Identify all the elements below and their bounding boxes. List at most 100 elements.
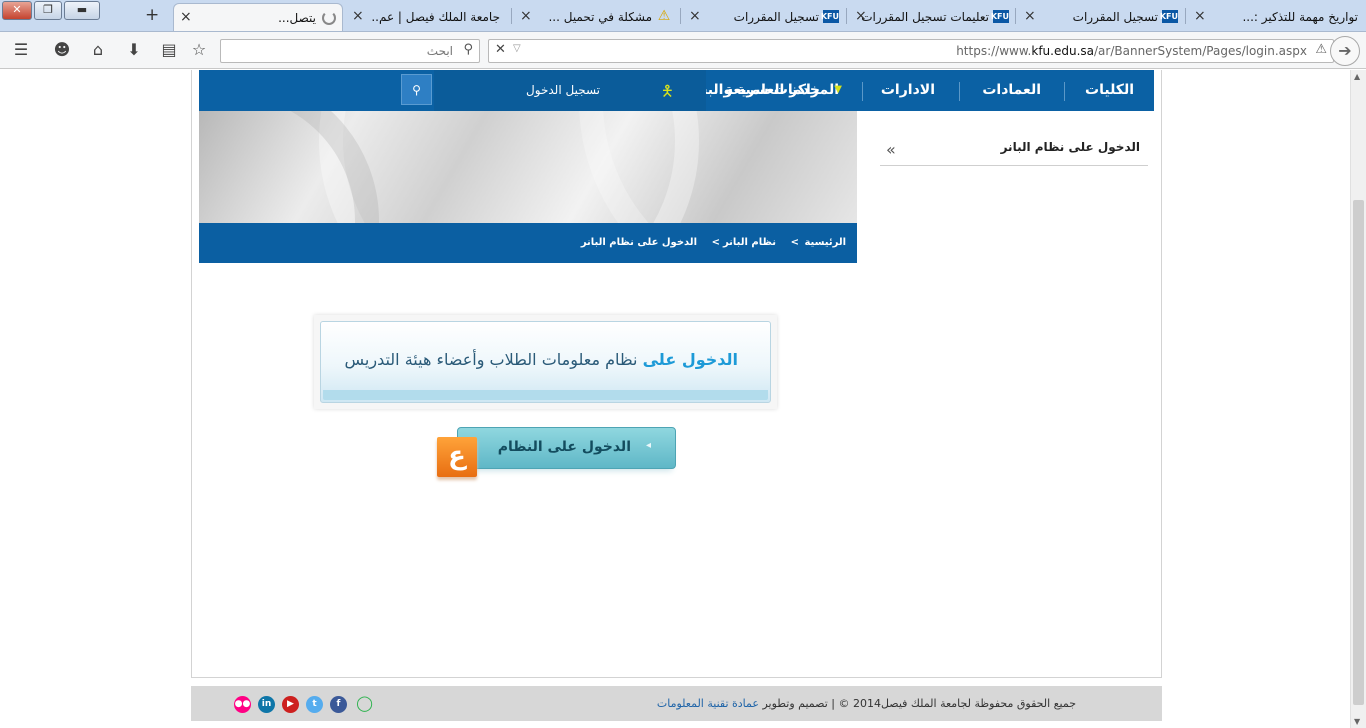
close-icon[interactable]: × [689, 8, 701, 24]
menu-icon[interactable]: ☰ [9, 39, 33, 61]
copyright-text: جميع الحقوق محفوظة لجامعة الملك فيصل2014… [656, 697, 1076, 710]
tab-separator [846, 8, 847, 24]
download-icon[interactable]: ⬇ [122, 39, 146, 61]
person-icon: 🯅 [660, 82, 674, 100]
window-minimize-button[interactable]: ▬ [64, 1, 100, 20]
window-controls: ✕ ❐ ▬ [0, 0, 120, 22]
tab-label: تسجيل المقررات [733, 10, 819, 24]
footer: جميع الحقوق محفوظة لجامعة الملك فيصل2014… [191, 686, 1162, 721]
dropdown-icon[interactable]: ▽ [513, 43, 521, 54]
bookmark-star-icon[interactable]: ☆ [187, 39, 211, 61]
tab-label: تسجيل المقررات [1072, 10, 1158, 24]
enter-system-label: الدخول على النظام [497, 439, 631, 455]
emoji-icon[interactable]: ☻ [50, 39, 74, 61]
side-panel-title[interactable]: الدخول على نظام البانر [1001, 140, 1140, 154]
banner-image [199, 111, 857, 223]
browser-tab[interactable]: جامعة الملك فيصل | عم... × [346, 3, 508, 31]
menu-colleges[interactable]: الكليات [1085, 82, 1134, 98]
site-search-button[interactable]: ⚲ [401, 74, 432, 105]
search-icon[interactable]: ⚲ [463, 42, 473, 57]
browser-tab[interactable]: تعليمات تسجيل المقررات KFU × [849, 3, 1015, 31]
menu-separator [1064, 82, 1065, 101]
new-tab-button[interactable]: + [145, 5, 159, 25]
tab-label: مشكلة في تحميل ... [548, 10, 652, 24]
menu-separator [862, 82, 863, 101]
tab-label: تواريخ مهمة للتذكير :... [1242, 10, 1358, 24]
web-page: الكليات العمادات الادارات المراكز العلمي… [0, 70, 1350, 728]
breadcrumb-banner-system[interactable]: نظام البانر [723, 237, 776, 248]
chevron-down-icon: ▼ [834, 84, 842, 95]
tab-separator [511, 8, 512, 24]
divider [880, 165, 1148, 166]
tab-separator [1015, 8, 1016, 24]
security-warning-icon[interactable]: ⚠ [1315, 42, 1327, 57]
close-icon[interactable]: × [1194, 8, 1206, 24]
address-bar[interactable]: ✕ ▽ https://www.kfu.edu.sa/ar/BannerSyst… [488, 39, 1334, 63]
quick-services-label: خدمات سريعة [724, 82, 820, 98]
tab-separator [1185, 8, 1186, 24]
breadcrumb-home[interactable]: الرئيسية [804, 237, 846, 248]
home-icon[interactable]: ⌂ [86, 39, 110, 61]
vertical-scrollbar[interactable]: ▲ ▼ [1350, 70, 1366, 728]
search-input[interactable] [253, 44, 453, 58]
menu-deanships[interactable]: العمادات [982, 82, 1041, 98]
close-icon[interactable]: × [352, 8, 364, 24]
panel-strip [323, 390, 768, 400]
login-area: 🯅 تسجيل الدخول [434, 70, 706, 111]
window-maximize-button[interactable]: ❐ [34, 1, 62, 20]
browser-tab-active[interactable]: يتصل... × [173, 3, 343, 31]
scroll-up-icon[interactable]: ▲ [1354, 72, 1360, 81]
panel-heading: الدخول على نظام معلومات الطلاب وأعضاء هي… [345, 350, 739, 369]
arrow-icon: ◂ [645, 440, 651, 451]
breadcrumb: الرئيسية > نظام البانر > الدخول على نظام… [199, 223, 857, 263]
warning-icon: ⚠ [657, 8, 671, 24]
arabic-letter-badge-icon[interactable]: ع [437, 437, 477, 477]
close-icon[interactable]: × [520, 8, 532, 24]
youtube-icon[interactable]: ▶ [282, 696, 299, 713]
close-icon[interactable]: × [1024, 8, 1036, 24]
kfu-favicon-icon: KFU [1159, 10, 1178, 23]
login-panel: الدخول على نظام معلومات الطلاب وأعضاء هي… [320, 321, 771, 403]
login-link[interactable]: تسجيل الدخول [526, 83, 600, 97]
browser-tab[interactable]: تسجيل المقررات KFU × [1018, 3, 1184, 31]
main-menu: الكليات العمادات الادارات المراكز العلمي… [199, 70, 1154, 111]
url-text[interactable]: https://www.kfu.edu.sa/ar/BannerSystem/P… [956, 44, 1307, 58]
footer-link[interactable]: عمادة تقنية المعلومات [657, 697, 759, 710]
tab-label: تعليمات تسجيل المقررات [861, 10, 989, 24]
breadcrumb-separator: > [711, 237, 720, 248]
panel-heading-text: نظام معلومات الطلاب وأعضاء هيئة التدريس [344, 350, 638, 369]
double-chevron-left-icon: « [886, 140, 896, 159]
facebook-icon[interactable]: f [330, 696, 347, 713]
browser-tab-strip: ✕ ❐ ▬ + تواريخ مهمة للتذكير :... × تسجيل… [0, 0, 1366, 32]
reading-list-icon[interactable]: ▤ [157, 39, 181, 61]
stop-icon[interactable]: ✕ [495, 42, 506, 57]
window-close-button[interactable]: ✕ [2, 1, 32, 20]
linkedin-icon[interactable]: in [258, 696, 275, 713]
browser-tab[interactable]: تسجيل المقررات KFU × [683, 3, 845, 31]
kfu-favicon-icon: KFU [990, 10, 1009, 23]
tab-label: جامعة الملك فيصل | عم... [370, 10, 500, 24]
twitter-icon[interactable]: t [306, 696, 323, 713]
tab-label: يتصل... [278, 11, 316, 25]
menu-quick-services[interactable]: خدمات سريعة ▼ [706, 70, 860, 111]
back-button[interactable]: ➔ [1330, 36, 1360, 66]
panel-heading-highlight: الدخول على [642, 350, 738, 369]
browser-tab[interactable]: تواريخ مهمة للتذكير :... × [1188, 3, 1366, 31]
breadcrumb-current: الدخول على نظام البانر [580, 237, 697, 248]
scroll-down-icon[interactable]: ▼ [1354, 717, 1360, 726]
tab-separator [680, 8, 681, 24]
browser-toolbar: ☰ ☻ ⌂ ⬇ ▤ ☆ ⚲ ✕ ▽ https://www.kfu.edu.sa… [0, 32, 1366, 69]
enter-system-button[interactable]: ◂ الدخول على النظام [457, 427, 676, 469]
kfu-favicon-icon: KFU [820, 10, 839, 23]
close-icon[interactable]: × [180, 9, 192, 25]
loading-spinner-icon [322, 11, 336, 25]
menu-separator [959, 82, 960, 101]
menu-administrations[interactable]: الادارات [881, 82, 935, 98]
chat-icon[interactable]: ◯ [356, 696, 373, 713]
scrollbar-thumb[interactable] [1353, 200, 1364, 705]
close-icon[interactable]: × [855, 8, 867, 24]
search-box[interactable]: ⚲ [220, 39, 480, 63]
flickr-icon[interactable]: ●● [234, 696, 251, 713]
browser-tab[interactable]: مشكلة في تحميل ... ⚠ × [514, 3, 678, 31]
breadcrumb-separator: > [790, 237, 799, 248]
